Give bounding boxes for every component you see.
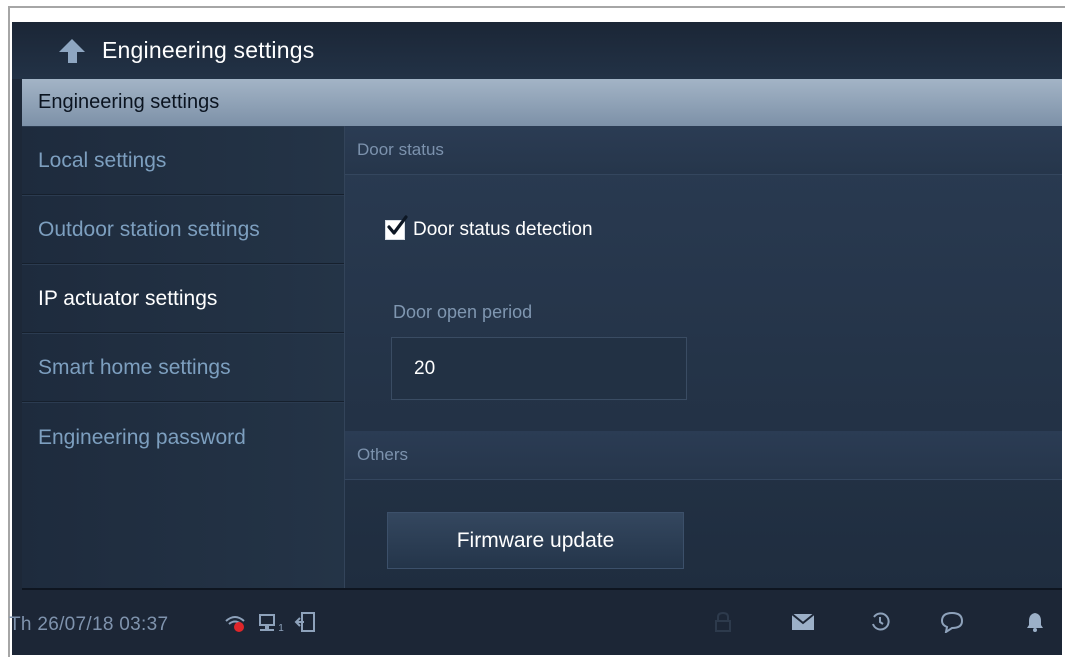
date-time: Th 26/07/18 03:37 [9, 614, 169, 635]
sidebar-item-label: Smart home settings [38, 355, 231, 379]
settings-panel: Door status Door status detection Door o… [345, 126, 1062, 588]
message-icon[interactable] [940, 610, 964, 634]
door-open-period-label: Door open period [393, 302, 533, 322]
sidebar-item-smart-home-settings[interactable]: Smart home settings [22, 333, 344, 402]
sidebar-item-label: Engineering password [38, 425, 246, 449]
status-bar: Th 26/07/18 03:37 1 [9, 590, 1062, 655]
bell-icon[interactable] [1024, 610, 1046, 634]
back-button[interactable] [42, 22, 102, 79]
sidebar-item-label: Local settings [38, 148, 167, 172]
network-badge: 1 [278, 622, 284, 634]
section-header-label: Engineering settings [38, 91, 220, 113]
others-header: Others [345, 431, 1062, 480]
page-title: Engineering settings [102, 37, 315, 63]
mail-icon[interactable] [790, 612, 816, 632]
others-header-label: Others [357, 445, 409, 464]
firmware-update-button[interactable]: Firmware update [387, 512, 684, 569]
sidebar-item-ip-actuator-settings[interactable]: IP actuator settings [22, 264, 344, 333]
exit-door-icon[interactable] [294, 611, 316, 633]
checkbox-label: Door status detection [413, 219, 593, 240]
door-status-header: Door status [345, 126, 1062, 175]
sidebar-item-engineering-password[interactable]: Engineering password [22, 402, 344, 472]
title-bar: Engineering settings [12, 22, 1062, 79]
door-open-period-input[interactable]: 20 [391, 337, 687, 400]
settings-sidebar: Local settings Outdoor station settings … [22, 126, 345, 588]
lock-icon[interactable] [712, 610, 734, 634]
history-icon[interactable] [869, 611, 891, 633]
checkmark-icon [387, 215, 408, 235]
back-arrow-icon [59, 38, 85, 63]
door-status-detection-checkbox[interactable]: Door status detection [385, 215, 593, 241]
panel-screen: Engineering settings Engineering setting… [9, 22, 1062, 655]
wifi-icon [224, 614, 250, 634]
sidebar-item-label: IP actuator settings [38, 286, 218, 310]
network-icon: 1 [256, 612, 286, 634]
checkbox-box[interactable] [385, 215, 408, 240]
door-status-header-label: Door status [357, 140, 444, 159]
sidebar-item-local-settings[interactable]: Local settings [22, 126, 344, 195]
sidebar-item-label: Outdoor station settings [38, 217, 260, 241]
sidebar-item-outdoor-station-settings[interactable]: Outdoor station settings [22, 195, 344, 264]
section-header: Engineering settings [22, 79, 1062, 126]
content-area: Local settings Outdoor station settings … [22, 126, 1062, 590]
